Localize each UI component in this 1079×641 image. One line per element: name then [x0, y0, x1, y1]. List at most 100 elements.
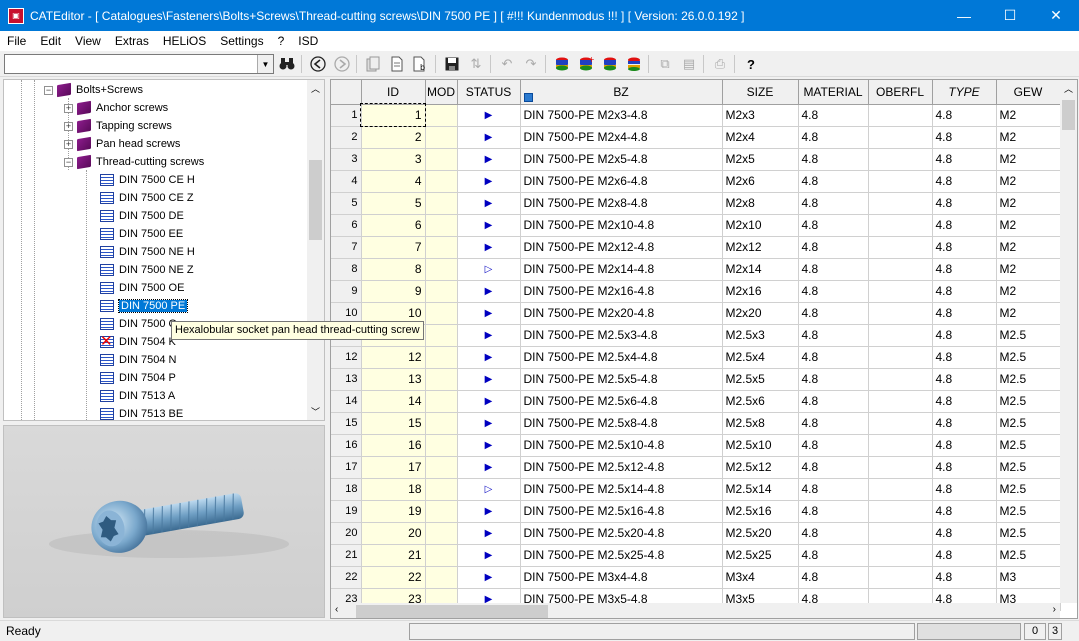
cell-id[interactable]: 1: [360, 103, 426, 127]
cell-type[interactable]: 4.8: [932, 346, 997, 369]
column-header-gew[interactable]: GEW: [996, 80, 1061, 105]
cell-id[interactable]: 14: [361, 390, 426, 413]
cell-status[interactable]: ▶: [457, 214, 521, 237]
cell-bz[interactable]: DIN 7500-PE M2.5x3-4.8: [520, 324, 723, 347]
copy-table-icon[interactable]: [362, 53, 384, 75]
row-number[interactable]: 4: [331, 170, 362, 193]
cell-id[interactable]: 17: [361, 456, 426, 479]
cell-status[interactable]: ▶: [457, 434, 521, 457]
cell-material[interactable]: 4.8: [798, 368, 869, 391]
forward-icon[interactable]: [331, 53, 353, 75]
cell-id[interactable]: 5: [361, 192, 426, 215]
cell-gew[interactable]: M2.5: [996, 390, 1061, 413]
table-row[interactable]: 4 4 ▶ DIN 7500-PE M2x6-4.8 M2x6 4.8 4.8 M2: [331, 170, 1061, 193]
cell-material[interactable]: 4.8: [798, 126, 869, 149]
cell-mod[interactable]: [425, 346, 458, 369]
cell-type[interactable]: 4.8: [932, 500, 997, 523]
cell-status[interactable]: ▶: [457, 236, 521, 259]
cell-id[interactable]: 22: [361, 566, 426, 589]
cell-size[interactable]: M2.5x16: [722, 500, 799, 523]
cell-size[interactable]: M2.5x14: [722, 478, 799, 501]
cell-mod[interactable]: [425, 280, 458, 303]
cell-size[interactable]: M2.5x4: [722, 346, 799, 369]
row-number[interactable]: 14: [331, 390, 362, 413]
cell-status[interactable]: ▶: [457, 368, 521, 391]
cell-oberfl[interactable]: [868, 544, 933, 567]
cell-type[interactable]: 4.8: [932, 544, 997, 567]
tree-node-bolts-screws[interactable]: − Bolts+Screws: [44, 81, 143, 99]
cell-material[interactable]: 4.8: [798, 456, 869, 479]
cell-mod[interactable]: [425, 214, 458, 237]
table-row[interactable]: 1 1 ▶ DIN 7500-PE M2x3-4.8 M2x3 4.8 4.8 M2: [331, 103, 1061, 127]
binoculars-icon[interactable]: [276, 53, 298, 75]
column-header-bz[interactable]: BZ: [520, 80, 723, 105]
cell-oberfl[interactable]: [868, 192, 933, 215]
cell-mod[interactable]: [425, 236, 458, 259]
cell-gew[interactable]: M2: [996, 236, 1061, 259]
data-grid[interactable]: ID MOD STATUS BZ SIZE MATERIAL OBERFL TY…: [330, 79, 1078, 619]
grid-vertical-thumb[interactable]: [1062, 100, 1075, 130]
cell-material[interactable]: 4.8: [798, 390, 869, 413]
cell-status[interactable]: ▶: [457, 280, 521, 303]
cell-gew[interactable]: M2.5: [996, 412, 1061, 435]
cell-mod[interactable]: [425, 434, 458, 457]
database-add-icon[interactable]: +: [575, 53, 597, 75]
cell-oberfl[interactable]: [868, 434, 933, 457]
cell-type[interactable]: 4.8: [932, 522, 997, 545]
tree-scrollbar[interactable]: ︿ ﹀: [307, 80, 324, 420]
scroll-up-icon[interactable]: ︿: [311, 82, 320, 95]
cell-size[interactable]: M2x10: [722, 214, 799, 237]
cell-mod[interactable]: [425, 566, 458, 589]
cell-type[interactable]: 4.8: [932, 104, 997, 127]
column-header-type[interactable]: TYPE: [932, 80, 997, 105]
cell-type[interactable]: 4.8: [932, 566, 997, 589]
cell-status[interactable]: ▶: [457, 456, 521, 479]
cell-type[interactable]: 4.8: [932, 478, 997, 501]
search-combobox[interactable]: ▼: [4, 54, 274, 74]
cell-size[interactable]: M2x5: [722, 148, 799, 171]
cell-bz[interactable]: DIN 7500-PE M2x12-4.8: [520, 236, 723, 259]
cell-gew[interactable]: M2.5: [996, 478, 1061, 501]
cell-bz[interactable]: DIN 7500-PE M2x6-4.8: [520, 170, 723, 193]
cell-size[interactable]: M2.5x20: [722, 522, 799, 545]
document-icon[interactable]: [386, 53, 408, 75]
cell-oberfl[interactable]: [868, 390, 933, 413]
cell-material[interactable]: 4.8: [798, 302, 869, 325]
table-row[interactable]: 15 15 ▶ DIN 7500-PE M2.5x8-4.8 M2.5x8 4.8 4.8 M…: [331, 412, 1061, 435]
cell-status[interactable]: ▶: [457, 346, 521, 369]
cell-bz[interactable]: DIN 7500-PE M2x16-4.8: [520, 280, 723, 303]
row-number[interactable]: 22: [331, 566, 362, 589]
cell-type[interactable]: 4.8: [932, 148, 997, 171]
table-row[interactable]: 12 12 ▶ DIN 7500-PE M2.5x4-4.8 M2.5x4 4.8 4.8 M…: [331, 346, 1061, 369]
tree-node-group[interactable]: − Thread-cutting screws: [64, 153, 204, 171]
cell-type[interactable]: 4.8: [932, 258, 997, 281]
cell-gew[interactable]: M2.5: [996, 324, 1061, 347]
row-number[interactable]: 8: [331, 258, 362, 281]
close-button[interactable]: ✕: [1033, 0, 1079, 31]
cell-oberfl[interactable]: [868, 104, 933, 127]
cell-size[interactable]: M2x12: [722, 236, 799, 259]
cell-type[interactable]: 4.8: [932, 280, 997, 303]
cell-mod[interactable]: [425, 500, 458, 523]
tree-node-group[interactable]: + Anchor screws: [64, 99, 168, 117]
scroll-up-icon[interactable]: ︿: [1064, 82, 1073, 95]
cell-oberfl[interactable]: [868, 368, 933, 391]
cell-material[interactable]: 4.8: [798, 324, 869, 347]
database-layers-icon[interactable]: [623, 53, 645, 75]
cell-bz[interactable]: DIN 7500-PE M2.5x6-4.8: [520, 390, 723, 413]
table-row[interactable]: 20 20 ▶ DIN 7500-PE M2.5x20-4.8 M2.5x20 4.8 4.…: [331, 522, 1061, 545]
cell-status[interactable]: ▶: [457, 500, 521, 523]
table-row[interactable]: 3 3 ▶ DIN 7500-PE M2x5-4.8 M2x5 4.8 4.8 M2: [331, 148, 1061, 171]
cell-material[interactable]: 4.8: [798, 566, 869, 589]
cell-type[interactable]: 4.8: [932, 390, 997, 413]
cell-material[interactable]: 4.8: [798, 522, 869, 545]
scroll-right-icon[interactable]: ›: [1053, 604, 1056, 615]
cell-size[interactable]: M3x4: [722, 566, 799, 589]
tree-leaf[interactable]: DIN 7500 NE H: [100, 243, 195, 261]
cell-gew[interactable]: M2: [996, 258, 1061, 281]
copy-icon[interactable]: ⧉: [654, 53, 676, 75]
cell-size[interactable]: M2.5x8: [722, 412, 799, 435]
row-number[interactable]: 1: [331, 104, 362, 127]
table-row[interactable]: 14 14 ▶ DIN 7500-PE M2.5x6-4.8 M2.5x6 4.8 4.8 M…: [331, 390, 1061, 413]
cell-size[interactable]: M2.5x6: [722, 390, 799, 413]
